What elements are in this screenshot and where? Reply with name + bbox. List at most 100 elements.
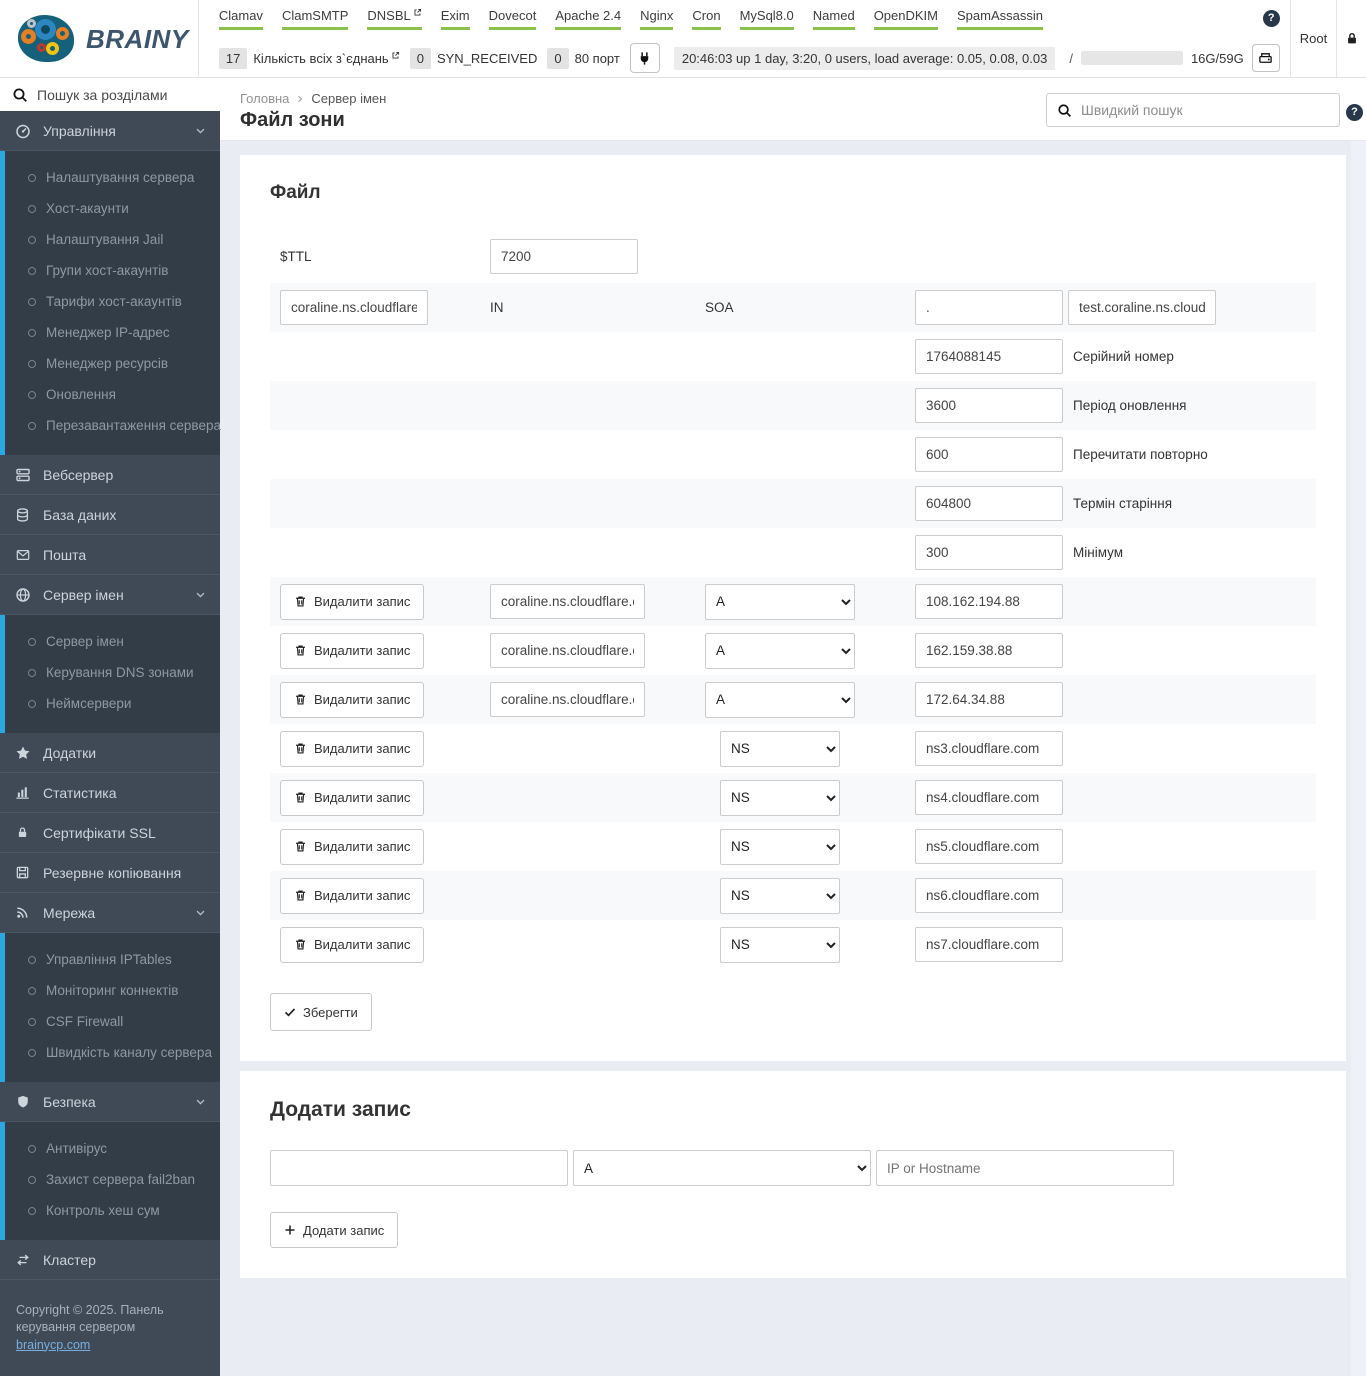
sidebar-search-input[interactable] (37, 86, 197, 103)
scrollbar[interactable] (1351, 141, 1366, 1376)
sidebar-item-server-settings[interactable]: Налаштування сервера (5, 162, 220, 193)
plug-icon[interactable] (629, 43, 660, 73)
sidebar-item-antivirus[interactable]: Антивірус (5, 1133, 220, 1164)
chevron-down-icon (195, 1096, 206, 1107)
sidebar-item-resource-manager[interactable]: Менеджер ресурсів (5, 348, 220, 379)
record-value-input[interactable] (915, 829, 1063, 864)
soa-expire-input[interactable] (915, 486, 1063, 521)
record-value-input[interactable] (915, 633, 1063, 668)
sidebar-item-cluster[interactable]: Кластер (0, 1240, 220, 1280)
sidebar-item-addons[interactable]: Додатки (0, 733, 220, 773)
soa-serial-input[interactable] (915, 339, 1063, 374)
nav-link-cron[interactable]: Cron (692, 8, 721, 30)
record-type-select[interactable]: NS (720, 877, 840, 914)
save-button[interactable]: Зберегти (270, 993, 372, 1031)
record-value-input[interactable] (915, 878, 1063, 913)
sidebar-item-hash-control[interactable]: Контроль хеш сум (5, 1195, 220, 1226)
nav-link-opendkim[interactable]: OpenDKIM (873, 8, 938, 30)
sidebar-item-server-reboot[interactable]: Перезавантаження сервера (5, 410, 221, 441)
record-value-input[interactable] (915, 780, 1063, 815)
sidebar-item-mail[interactable]: Пошта (0, 535, 220, 575)
sidebar-item-management[interactable]: Управління (0, 111, 220, 151)
record-type-select[interactable]: A (705, 632, 855, 669)
nav-link-clamav[interactable]: Clamav (218, 8, 263, 30)
sidebar-item-webserver[interactable]: Вебсервер (0, 455, 220, 495)
nav-link-dovecot[interactable]: Dovecot (488, 8, 537, 30)
quick-search-input[interactable] (1081, 102, 1329, 118)
sidebar-item-host-accounts[interactable]: Хост-акаунти (5, 193, 220, 224)
record-type-select[interactable]: NS (720, 730, 840, 767)
record-type-select[interactable]: NS (720, 828, 840, 865)
lock-icon[interactable] (1336, 0, 1366, 77)
delete-record-button[interactable]: Видалити запис (280, 583, 425, 620)
nav-link-exim[interactable]: Exim (440, 8, 470, 30)
delete-record-button[interactable]: Видалити запис (280, 779, 425, 816)
record-value-input[interactable] (915, 682, 1063, 717)
connections-label[interactable]: Кількість всіх з`єднань (253, 51, 399, 66)
nav-link-apache[interactable]: Apache 2.4 (555, 8, 622, 30)
sidebar-item-ip-manager[interactable]: Менеджер IP-адрес (5, 317, 220, 348)
help-icon[interactable] (1262, 9, 1280, 27)
record-name-input[interactable] (490, 682, 645, 717)
record-value-input[interactable] (915, 584, 1063, 619)
soa-refresh-input[interactable] (915, 388, 1063, 423)
sidebar-item-csf-firewall[interactable]: CSF Firewall (5, 1006, 220, 1037)
soa-admin-input[interactable] (1068, 290, 1216, 325)
logo[interactable]: BRAINY (0, 0, 199, 78)
breadcrumb-home[interactable]: Головна (240, 91, 289, 106)
sidebar-item-statistics[interactable]: Статистика (0, 773, 220, 813)
add-record-button[interactable]: Додати запис (270, 1212, 399, 1248)
new-record-type-select[interactable]: A (573, 1150, 871, 1186)
brainycp-link[interactable]: brainycp.com (16, 1338, 90, 1352)
sidebar-item-iptables[interactable]: Управління IPTables (5, 944, 220, 975)
soa-name-input[interactable] (280, 290, 428, 325)
sidebar-item-dns-zones[interactable]: Керування DNS зонами (5, 657, 220, 688)
new-record-value-input[interactable] (876, 1150, 1174, 1186)
nav-link-mysql[interactable]: MySql8.0 (739, 8, 794, 30)
nav-link-clamsmtp[interactable]: ClamSMTP (281, 8, 349, 30)
sidebar-item-fail2ban[interactable]: Захист сервера fail2ban (5, 1164, 220, 1195)
sidebar-item-nameserver-main[interactable]: Сервер імен (5, 626, 220, 657)
record-value-input[interactable] (915, 731, 1063, 766)
nav-link-dnsbl[interactable]: DNSBL (367, 8, 422, 30)
record-type-select[interactable]: A (705, 583, 855, 620)
soa-retry-input[interactable] (915, 437, 1063, 472)
delete-record-button[interactable]: Видалити запис (280, 632, 425, 669)
soa-minimum-input[interactable] (915, 535, 1063, 570)
nav-link-spamassassin[interactable]: SpamAssassin (957, 8, 1043, 30)
sidebar-item-updates[interactable]: Оновлення (5, 379, 220, 410)
sidebar-item-ssl[interactable]: Сертифікати SSL (0, 813, 220, 853)
sidebar-item-host-groups[interactable]: Групи хост-акаунтів (5, 255, 220, 286)
delete-record-button[interactable]: Видалити запис (280, 877, 425, 914)
sidebar-item-database[interactable]: База даних (0, 495, 220, 535)
new-record-name-input[interactable] (270, 1150, 568, 1186)
add-record-heading: Додати запис (270, 1098, 411, 1121)
sidebar-item-network[interactable]: Мережа (0, 893, 220, 933)
add-record-form: A (270, 1150, 1316, 1186)
record-name-input[interactable] (490, 584, 645, 619)
ttl-input[interactable] (490, 239, 638, 274)
delete-record-button[interactable]: Видалити запис (280, 926, 425, 963)
soa-primary-input[interactable] (915, 290, 1063, 325)
sidebar-item-security[interactable]: Безпека (0, 1082, 220, 1122)
record-name-input[interactable] (490, 633, 645, 668)
nav-link-named[interactable]: Named (812, 8, 855, 30)
nav-link-nginx[interactable]: Nginx (640, 8, 674, 30)
sidebar-item-jail-settings[interactable]: Налаштування Jail (5, 224, 220, 255)
disk-icon[interactable] (1251, 44, 1280, 72)
record-value-input[interactable] (915, 927, 1063, 962)
help-icon[interactable] (1346, 103, 1363, 121)
record-type-select[interactable]: NS (720, 926, 840, 963)
sidebar-item-channel-speed[interactable]: Швидкість каналу сервера (5, 1037, 220, 1068)
delete-record-button[interactable]: Видалити запис (280, 730, 425, 767)
user-menu[interactable]: Root (1289, 0, 1337, 77)
sidebar-item-connections-monitoring[interactable]: Моніторинг коннектів (5, 975, 220, 1006)
sidebar-item-backup[interactable]: Резервне копіювання (0, 853, 220, 893)
record-type-select[interactable]: A (705, 681, 855, 718)
delete-record-button[interactable]: Видалити запис (280, 828, 425, 865)
record-type-select[interactable]: NS (720, 779, 840, 816)
sidebar-item-host-tariffs[interactable]: Тарифи хост-акаунтів (5, 286, 220, 317)
sidebar-item-nameservers[interactable]: Неймсервери (5, 688, 220, 719)
delete-record-button[interactable]: Видалити запис (280, 681, 425, 718)
sidebar-item-nameserver[interactable]: Сервер імен (0, 575, 220, 615)
